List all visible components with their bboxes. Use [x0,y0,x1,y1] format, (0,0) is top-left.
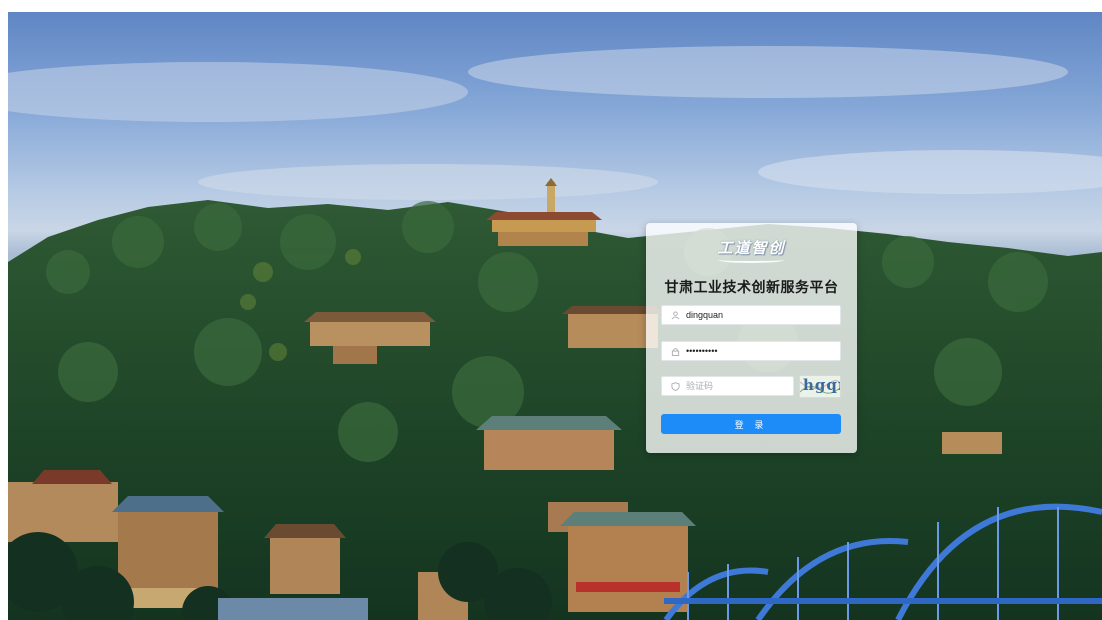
user-icon [670,310,680,320]
page-title: 甘肃工业技术创新服务平台 [664,280,839,296]
landscape-illustration [8,46,1102,620]
captcha-input[interactable] [686,381,793,391]
captcha-text: hgqn [803,376,840,394]
logo-swoosh [718,257,784,263]
captcha-field[interactable] [661,376,794,396]
login-button[interactable]: 登 录 [661,414,841,434]
brand-logo: 工道智创 [717,239,786,257]
password-input[interactable] [686,346,840,356]
background-photo [8,12,1102,620]
login-card: 工道智创 甘肃工业技术创新服务平台 hgqn 登 录 [646,223,857,453]
username-input[interactable] [686,310,840,320]
lock-icon [670,346,680,356]
shield-icon [670,381,680,391]
captcha-image[interactable]: hgqn [799,375,841,398]
username-field[interactable] [661,305,841,325]
password-field[interactable] [661,341,841,361]
